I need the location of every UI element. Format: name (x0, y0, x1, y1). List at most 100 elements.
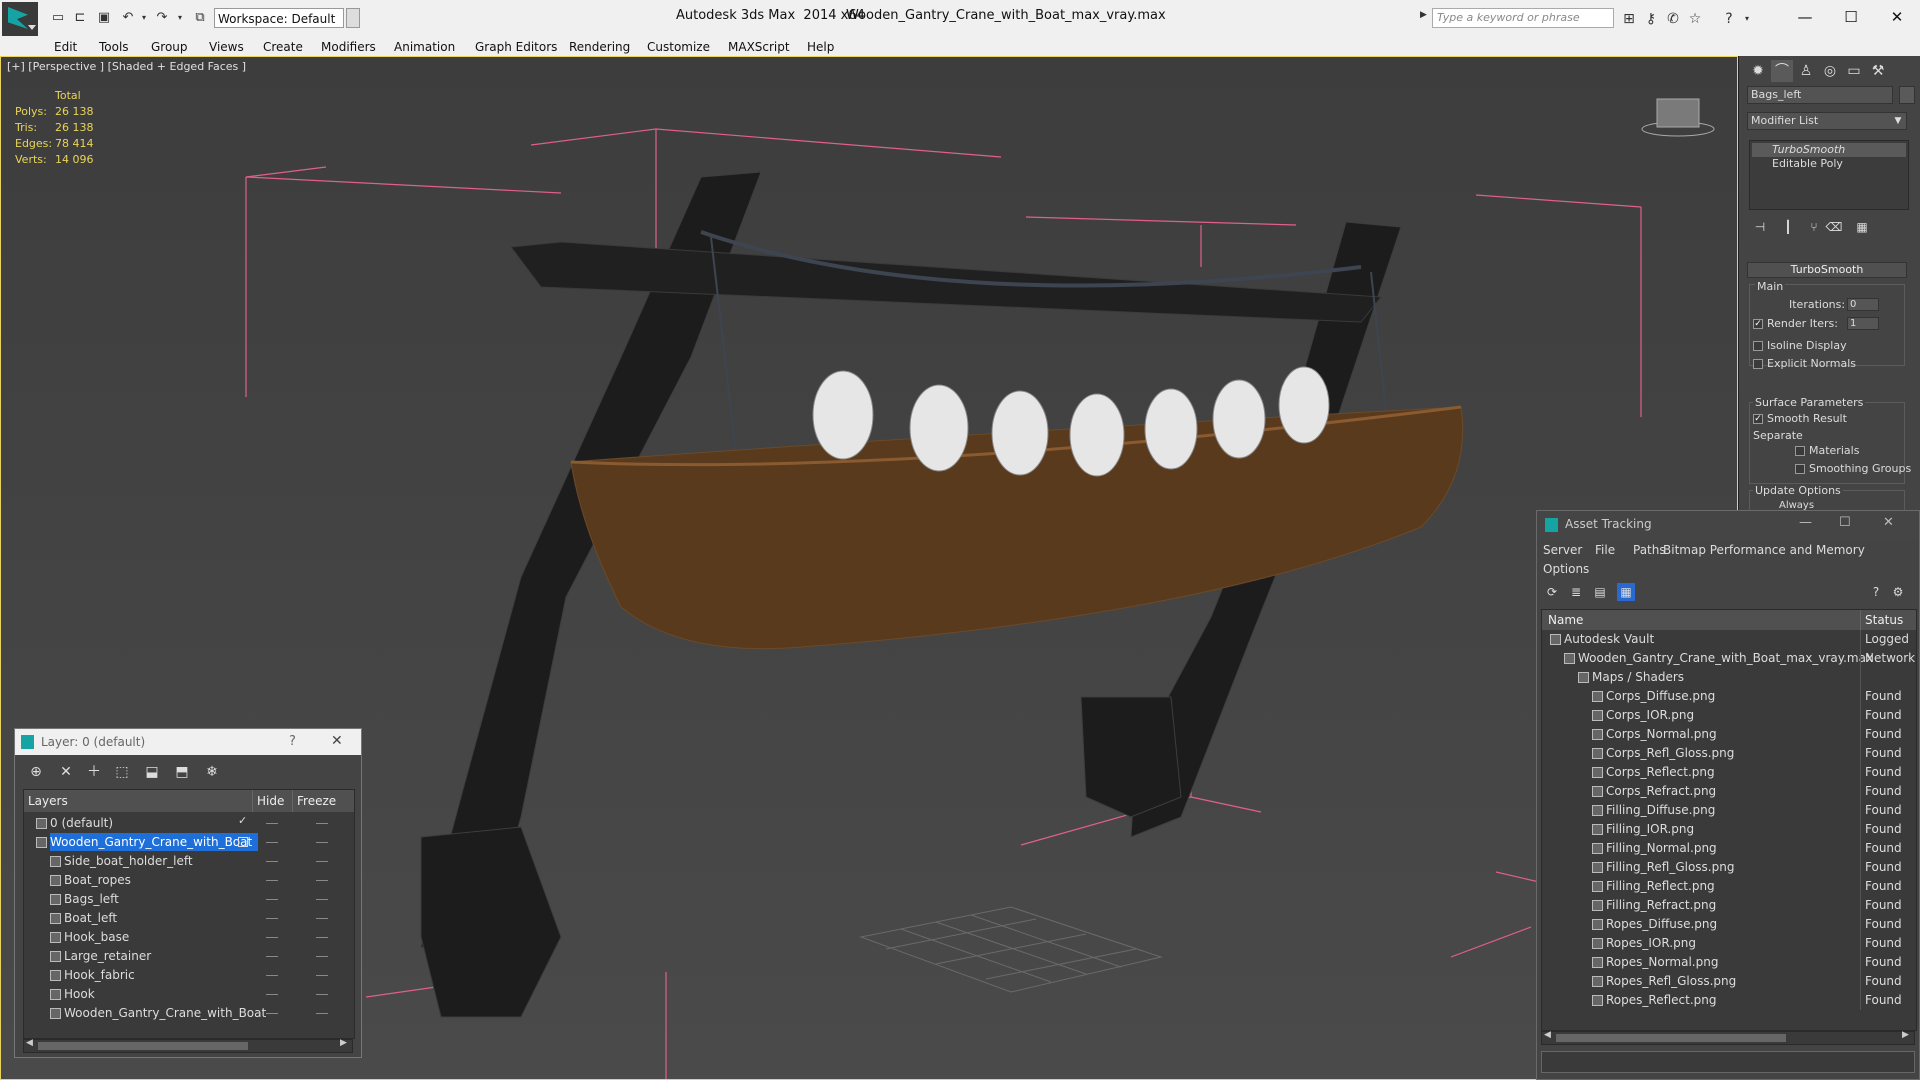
hide-toggle[interactable] (266, 956, 278, 957)
hide-toggle[interactable] (266, 937, 278, 938)
table-row[interactable]: Filling_Refract.png Found (1542, 896, 1916, 915)
settings-icon[interactable]: ⚙ (1889, 583, 1907, 601)
refresh-icon[interactable]: ⟳ (1543, 583, 1561, 601)
search-expand-icon[interactable]: ▶ (1420, 10, 1430, 26)
table-row[interactable]: Corps_Diffuse.png Found (1542, 687, 1916, 706)
workspace-dropdown[interactable]: Workspace: Default (214, 8, 344, 28)
chevron-right-icon[interactable]: ▶ (340, 1038, 347, 1048)
table-row[interactable]: Corps_IOR.png Found (1542, 706, 1916, 725)
close-button[interactable]: ✕ (1874, 4, 1920, 30)
menu-customize[interactable]: Customize (647, 38, 710, 56)
at-menu-file[interactable]: File (1595, 543, 1615, 557)
chevron-left-icon[interactable]: ◀ (1544, 1030, 1551, 1040)
layer-row[interactable]: Bags_left (24, 890, 354, 909)
freeze-toggle[interactable] (316, 918, 328, 919)
communication-icon[interactable]: ✆ (1664, 10, 1682, 28)
scrollbar-thumb[interactable] (1556, 1034, 1786, 1042)
layer-row[interactable]: Hook_base (24, 928, 354, 947)
object-color-swatch[interactable] (1899, 86, 1915, 104)
asset-tracking-titlebar[interactable]: Asset Tracking — ☐ ✕ (1537, 511, 1919, 539)
object-name-field[interactable]: Bags_left (1747, 86, 1893, 104)
hide-all-layers-icon[interactable]: ⬒ (171, 762, 193, 782)
freeze-toggle[interactable] (316, 937, 328, 938)
hide-toggle[interactable] (266, 823, 278, 824)
table-row[interactable]: Corps_Refract.png Found (1542, 782, 1916, 801)
table-row[interactable]: Ropes_IOR.png Found (1542, 934, 1916, 953)
chevron-left-icon[interactable]: ◀ (26, 1038, 33, 1048)
hide-toggle[interactable] (266, 842, 278, 843)
menu-rendering[interactable]: Rendering (569, 38, 630, 56)
table-view-icon[interactable]: ▤ (1591, 583, 1609, 601)
table-row[interactable]: Filling_Reflect.png Found (1542, 877, 1916, 896)
motion-tab-icon[interactable]: ◎ (1819, 60, 1841, 82)
column-header-status[interactable]: Status (1860, 610, 1916, 630)
remove-modifier-icon[interactable]: ⌫ (1825, 218, 1843, 236)
layer-row[interactable]: Boat_left (24, 909, 354, 928)
minimize-button[interactable]: — (1782, 4, 1828, 30)
table-row[interactable]: Ropes_Refl_Gloss.png Found (1542, 972, 1916, 991)
create-tab-icon[interactable]: ✹ (1747, 60, 1769, 82)
save-icon[interactable]: ▣ (96, 10, 112, 26)
column-header-freeze[interactable]: Freeze (292, 790, 354, 812)
column-header-name[interactable]: Name (1542, 610, 1860, 630)
search-input[interactable]: Type a keyword or phrase (1432, 8, 1614, 28)
freeze-toggle[interactable] (316, 975, 328, 976)
freeze-toggle[interactable] (316, 1013, 328, 1014)
make-unique-icon[interactable]: ⑂ (1805, 218, 1823, 236)
render-iters-spinner[interactable]: 1 (1847, 317, 1879, 330)
current-layer-check-icon[interactable]: ✓ (238, 814, 247, 827)
table-row[interactable]: Corps_Refl_Gloss.png Found (1542, 744, 1916, 763)
maximize-button[interactable]: ☐ (1839, 515, 1851, 530)
layer-row[interactable]: Boat_ropes (24, 871, 354, 890)
modifier-list-dropdown[interactable]: Modifier List (1747, 112, 1907, 130)
table-row[interactable]: Maps / Shaders (1542, 668, 1916, 687)
freeze-toggle[interactable] (316, 880, 328, 881)
table-row[interactable]: Filling_Diffuse.png Found (1542, 801, 1916, 820)
render-iters-checkbox[interactable]: ✓ (1753, 319, 1763, 329)
subscription-key-icon[interactable]: ⚷ (1642, 10, 1660, 28)
help-icon[interactable]: ? (1720, 10, 1738, 28)
close-button[interactable]: ✕ (1883, 515, 1894, 530)
table-row[interactable]: Ropes_Diffuse.png Found (1542, 915, 1916, 934)
menu-modifiers[interactable]: Modifiers (321, 38, 376, 56)
menu-animation[interactable]: Animation (394, 38, 455, 56)
highlight-layer-icon[interactable]: ⬓ (141, 762, 163, 782)
add-to-layer-icon[interactable]: ＋ (83, 762, 105, 782)
menu-create[interactable]: Create (263, 38, 303, 56)
select-objects-icon[interactable]: ⬚ (111, 762, 133, 782)
grid-view-icon[interactable]: ▦ (1617, 583, 1635, 601)
table-row[interactable]: Filling_Normal.png Found (1542, 839, 1916, 858)
hide-toggle[interactable] (266, 918, 278, 919)
list-view-icon[interactable]: ≣ (1567, 583, 1585, 601)
chevron-down-icon[interactable]: ▼ (1889, 112, 1907, 130)
table-row[interactable]: Ropes_Reflect.png Found (1542, 991, 1916, 1010)
column-header-hide[interactable]: Hide (252, 790, 292, 812)
new-file-icon[interactable]: ▭ (50, 10, 66, 26)
menu-edit[interactable]: Edit (54, 38, 77, 56)
isoline-checkbox[interactable] (1753, 341, 1763, 351)
help-button[interactable]: ? (289, 734, 296, 749)
show-end-result-icon[interactable]: ┃ (1779, 218, 1797, 236)
freeze-all-layers-icon[interactable]: ❄ (201, 762, 223, 782)
stack-item-editable-poly[interactable]: Editable Poly (1752, 157, 1906, 171)
hide-toggle[interactable] (266, 1013, 278, 1014)
stack-item-turbosmooth[interactable]: TurboSmooth (1752, 143, 1906, 157)
project-folder-icon[interactable]: ⧉ (192, 10, 208, 26)
display-tab-icon[interactable]: ▭ (1843, 60, 1865, 82)
hide-toggle[interactable] (266, 899, 278, 900)
utilities-tab-icon[interactable]: ⚒ (1867, 60, 1889, 82)
modify-tab-icon[interactable]: ⌒ (1771, 60, 1793, 82)
freeze-toggle[interactable] (316, 861, 328, 862)
path-field[interactable] (1541, 1051, 1915, 1073)
table-row[interactable]: Filling_Refl_Gloss.png Found (1542, 858, 1916, 877)
menu-graph-editors[interactable]: Graph Editors (475, 38, 557, 56)
table-row[interactable]: Corps_Normal.png Found (1542, 725, 1916, 744)
layer-row[interactable]: Wooden_Gantry_Crane_with_Boat (24, 1004, 354, 1023)
hide-toggle[interactable] (266, 880, 278, 881)
redo-icon[interactable]: ↷ (154, 10, 170, 26)
menu-help[interactable]: Help (807, 38, 834, 56)
freeze-toggle[interactable] (316, 956, 328, 957)
horizontal-scrollbar[interactable]: ◀ ▶ (23, 1038, 353, 1053)
chevron-down-icon[interactable]: ▾ (1738, 10, 1756, 28)
undo-icon[interactable]: ↶ (120, 10, 136, 26)
